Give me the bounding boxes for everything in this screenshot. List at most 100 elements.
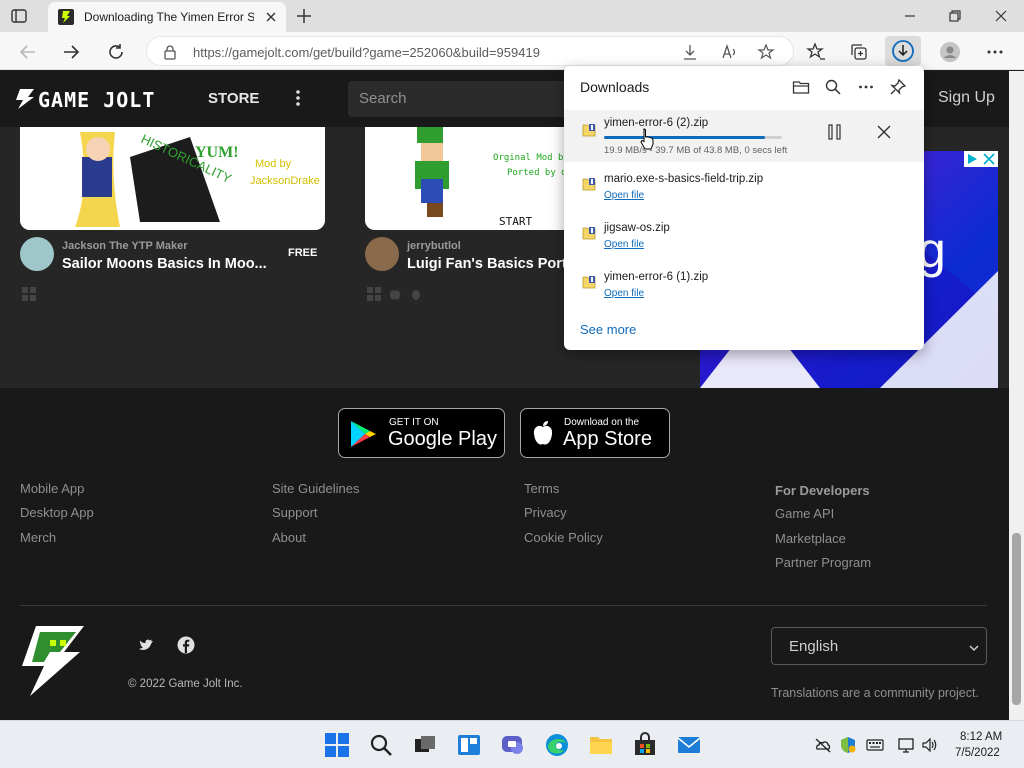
footer-link-privacy[interactable]: Privacy — [524, 505, 567, 520]
open-file-link[interactable]: Open file — [604, 239, 644, 250]
add-favorite-icon[interactable] — [757, 43, 775, 61]
keyboard-icon[interactable] — [866, 736, 884, 754]
scrollbar-thumb[interactable] — [1012, 533, 1021, 705]
footer-link-about[interactable]: About — [272, 530, 306, 545]
cancel-download-icon[interactable] — [876, 124, 892, 140]
download-item[interactable]: jigsaw-os.zip Open file — [564, 219, 924, 263]
google-play-big-text: Google Play — [388, 428, 497, 450]
twitter-icon[interactable] — [137, 636, 155, 654]
profile-avatar-icon[interactable] — [939, 41, 961, 63]
game-author[interactable]: Jackson The YTP Maker — [62, 240, 188, 252]
nav-more-icon[interactable] — [292, 87, 304, 109]
ad-choices-icon[interactable] — [964, 151, 998, 167]
tab-bar: Downloading The Yimen Error Se — [0, 0, 1024, 32]
game-thumbnail[interactable]: Orginal Mod by Ported by d START — [365, 127, 575, 230]
new-tab-icon[interactable] — [294, 6, 314, 26]
zip-file-icon — [581, 122, 597, 138]
clock-time[interactable]: 8:12 AM — [960, 731, 1002, 743]
open-file-link[interactable]: Open file — [604, 288, 644, 299]
refresh-icon[interactable] — [105, 41, 127, 63]
author-avatar[interactable] — [365, 237, 399, 271]
download-item[interactable]: yimen-error-6 (1).zip Open file — [564, 268, 924, 312]
footer-link-game-api[interactable]: Game API — [775, 506, 834, 521]
active-tab[interactable]: Downloading The Yimen Error Se — [48, 2, 286, 32]
gamejolt-bolt-icon[interactable] — [14, 89, 36, 109]
search-icon[interactable] — [824, 78, 842, 96]
footer-link-cookie-policy[interactable]: Cookie Policy — [524, 530, 603, 545]
settings-more-icon[interactable] — [984, 41, 1006, 63]
footer-link-mobile-app[interactable]: Mobile App — [20, 481, 84, 496]
see-more-link[interactable]: See more — [580, 322, 636, 337]
download-item[interactable]: mario.exe-s-basics-field-trip.zip Open f… — [564, 170, 924, 214]
browser-toolbar: https://gamejolt.com/get/build?game=2520… — [0, 32, 1024, 70]
volume-icon[interactable] — [921, 736, 939, 754]
widgets-icon[interactable] — [456, 732, 482, 758]
footer-developers-heading: For Developers — [775, 483, 870, 498]
downloads-button[interactable] — [885, 36, 921, 66]
footer-link-site-guidelines[interactable]: Site Guidelines — [272, 481, 359, 496]
footer-link-terms[interactable]: Terms — [524, 481, 559, 496]
svg-text:JacksonDrake: JacksonDrake — [250, 175, 320, 187]
read-aloud-icon[interactable] — [721, 43, 739, 61]
game-title[interactable]: Sailor Moons Basics In Moo... — [62, 256, 267, 272]
edge-browser-icon[interactable] — [544, 732, 570, 758]
collections-icon[interactable] — [848, 41, 870, 63]
taskbar-search-icon[interactable] — [368, 732, 394, 758]
pause-icon[interactable] — [827, 124, 843, 140]
language-select[interactable]: English — [771, 627, 987, 665]
minimize-icon[interactable] — [900, 6, 920, 26]
footer-link-partner-program[interactable]: Partner Program — [775, 555, 871, 570]
task-view-icon[interactable] — [412, 732, 438, 758]
app-store-small-text: Download on the — [564, 417, 640, 428]
clock-date[interactable]: 7/5/2022 — [955, 747, 1000, 759]
game-author[interactable]: jerrybutlol — [407, 240, 461, 252]
game-thumbnail[interactable]: YUM! Mod by JacksonDrake HISTORICALITY — [20, 127, 325, 230]
close-window-icon[interactable] — [991, 6, 1011, 26]
download-filename[interactable]: jigsaw-os.zip — [604, 222, 670, 234]
download-item-active[interactable]: yimen-error-6 (2).zip 19.9 MB/s - 39.7 M… — [564, 110, 924, 162]
microsoft-store-icon[interactable] — [632, 732, 658, 758]
app-store-big-text: App Store — [563, 428, 652, 450]
footer-link-support[interactable]: Support — [272, 505, 318, 520]
start-icon[interactable] — [324, 732, 350, 758]
footer-link-marketplace[interactable]: Marketplace — [775, 531, 846, 546]
nav-store-link[interactable]: STORE — [208, 90, 259, 107]
open-folder-icon[interactable] — [792, 78, 810, 96]
download-filename[interactable]: yimen-error-6 (1).zip — [604, 271, 708, 283]
network-icon[interactable] — [898, 736, 916, 754]
download-filename[interactable]: yimen-error-6 (2).zip — [604, 117, 708, 129]
tab-close-icon[interactable] — [262, 8, 280, 26]
tab-actions-icon[interactable] — [10, 7, 28, 25]
google-play-badge[interactable]: GET IT ON Google Play — [338, 408, 505, 458]
download-filename[interactable]: mario.exe-s-basics-field-trip.zip — [604, 173, 763, 185]
address-bar[interactable]: https://gamejolt.com/get/build?game=2520… — [146, 36, 794, 66]
file-explorer-icon[interactable] — [588, 732, 614, 758]
restore-icon[interactable] — [945, 6, 965, 26]
open-file-link[interactable]: Open file — [604, 190, 644, 201]
footer-link-desktop-app[interactable]: Desktop App — [20, 505, 94, 520]
sign-up-link[interactable]: Sign Up — [938, 89, 995, 107]
onedrive-offline-icon[interactable] — [814, 736, 832, 754]
windows-taskbar: 8:12 AM 7/5/2022 — [0, 720, 1024, 768]
download-app-icon[interactable] — [681, 43, 699, 61]
more-options-icon[interactable] — [857, 78, 875, 96]
site-logo[interactable]: GAME JOLT — [38, 88, 155, 112]
forward-icon[interactable] — [60, 41, 82, 63]
security-shield-icon[interactable] — [839, 736, 857, 754]
pin-icon[interactable] — [889, 78, 907, 96]
favorites-icon[interactable] — [805, 41, 827, 63]
facebook-icon[interactable] — [177, 636, 195, 654]
windows-icon — [22, 287, 36, 301]
back-icon[interactable] — [17, 41, 39, 63]
page-scrollbar[interactable] — [1009, 71, 1024, 720]
gamejolt-footer-logo-icon[interactable] — [20, 626, 86, 696]
url-text[interactable]: https://gamejolt.com/get/build?game=2520… — [193, 45, 540, 60]
author-avatar[interactable] — [20, 237, 54, 271]
footer-link-merch[interactable]: Merch — [20, 530, 56, 545]
zip-file-icon — [581, 225, 597, 241]
lock-icon[interactable] — [161, 43, 179, 61]
app-store-badge[interactable]: Download on the App Store — [520, 408, 670, 458]
mail-icon[interactable] — [676, 732, 702, 758]
game-title[interactable]: Luigi Fan's Basics Port — [407, 256, 567, 272]
chat-icon[interactable] — [500, 732, 526, 758]
